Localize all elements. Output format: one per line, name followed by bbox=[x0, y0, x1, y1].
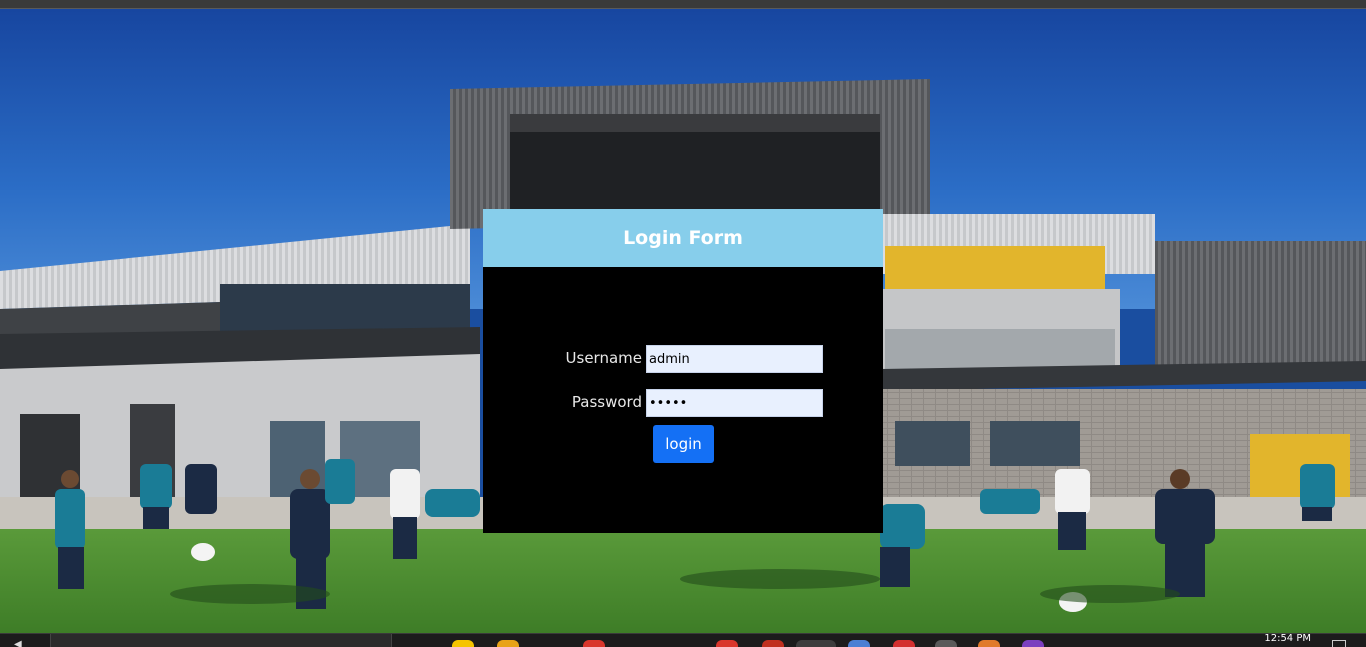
login-button[interactable]: login bbox=[653, 425, 714, 463]
taskbar-clock[interactable]: 12:54 PM bbox=[1264, 634, 1311, 644]
username-input[interactable] bbox=[646, 345, 823, 373]
file-explorer-icon[interactable] bbox=[497, 640, 519, 647]
username-row: Username bbox=[483, 345, 883, 373]
username-label: Username bbox=[565, 349, 642, 367]
taskbar: ◀ 12:54 PM bbox=[0, 633, 1366, 647]
app-red-icon[interactable] bbox=[716, 640, 738, 647]
pdf-app-icon[interactable] bbox=[893, 640, 915, 647]
chrome-icon[interactable] bbox=[583, 640, 605, 647]
app-red-dark-icon[interactable] bbox=[762, 640, 784, 647]
login-form-header: Login Form bbox=[483, 209, 883, 267]
login-form-title: Login Form bbox=[623, 227, 743, 249]
browser-top-bar bbox=[0, 0, 1366, 9]
app-gray-icon[interactable] bbox=[935, 640, 957, 647]
app-purple-icon[interactable] bbox=[1022, 640, 1044, 647]
taskbar-search-box[interactable] bbox=[50, 634, 392, 647]
sticky-notes-icon[interactable] bbox=[452, 640, 474, 647]
notification-icon[interactable] bbox=[1332, 640, 1346, 647]
password-input[interactable] bbox=[646, 389, 823, 417]
password-label: Password bbox=[571, 393, 642, 411]
password-row: Password bbox=[483, 389, 883, 417]
active-app-icon[interactable] bbox=[796, 640, 836, 647]
start-button-icon[interactable]: ◀ bbox=[14, 639, 32, 647]
screen: Login Form Username Password login ◀ 12:… bbox=[0, 0, 1366, 647]
login-form: Login Form Username Password login bbox=[483, 209, 883, 533]
app-orange-icon[interactable] bbox=[978, 640, 1000, 647]
app-blue-icon[interactable] bbox=[848, 640, 870, 647]
